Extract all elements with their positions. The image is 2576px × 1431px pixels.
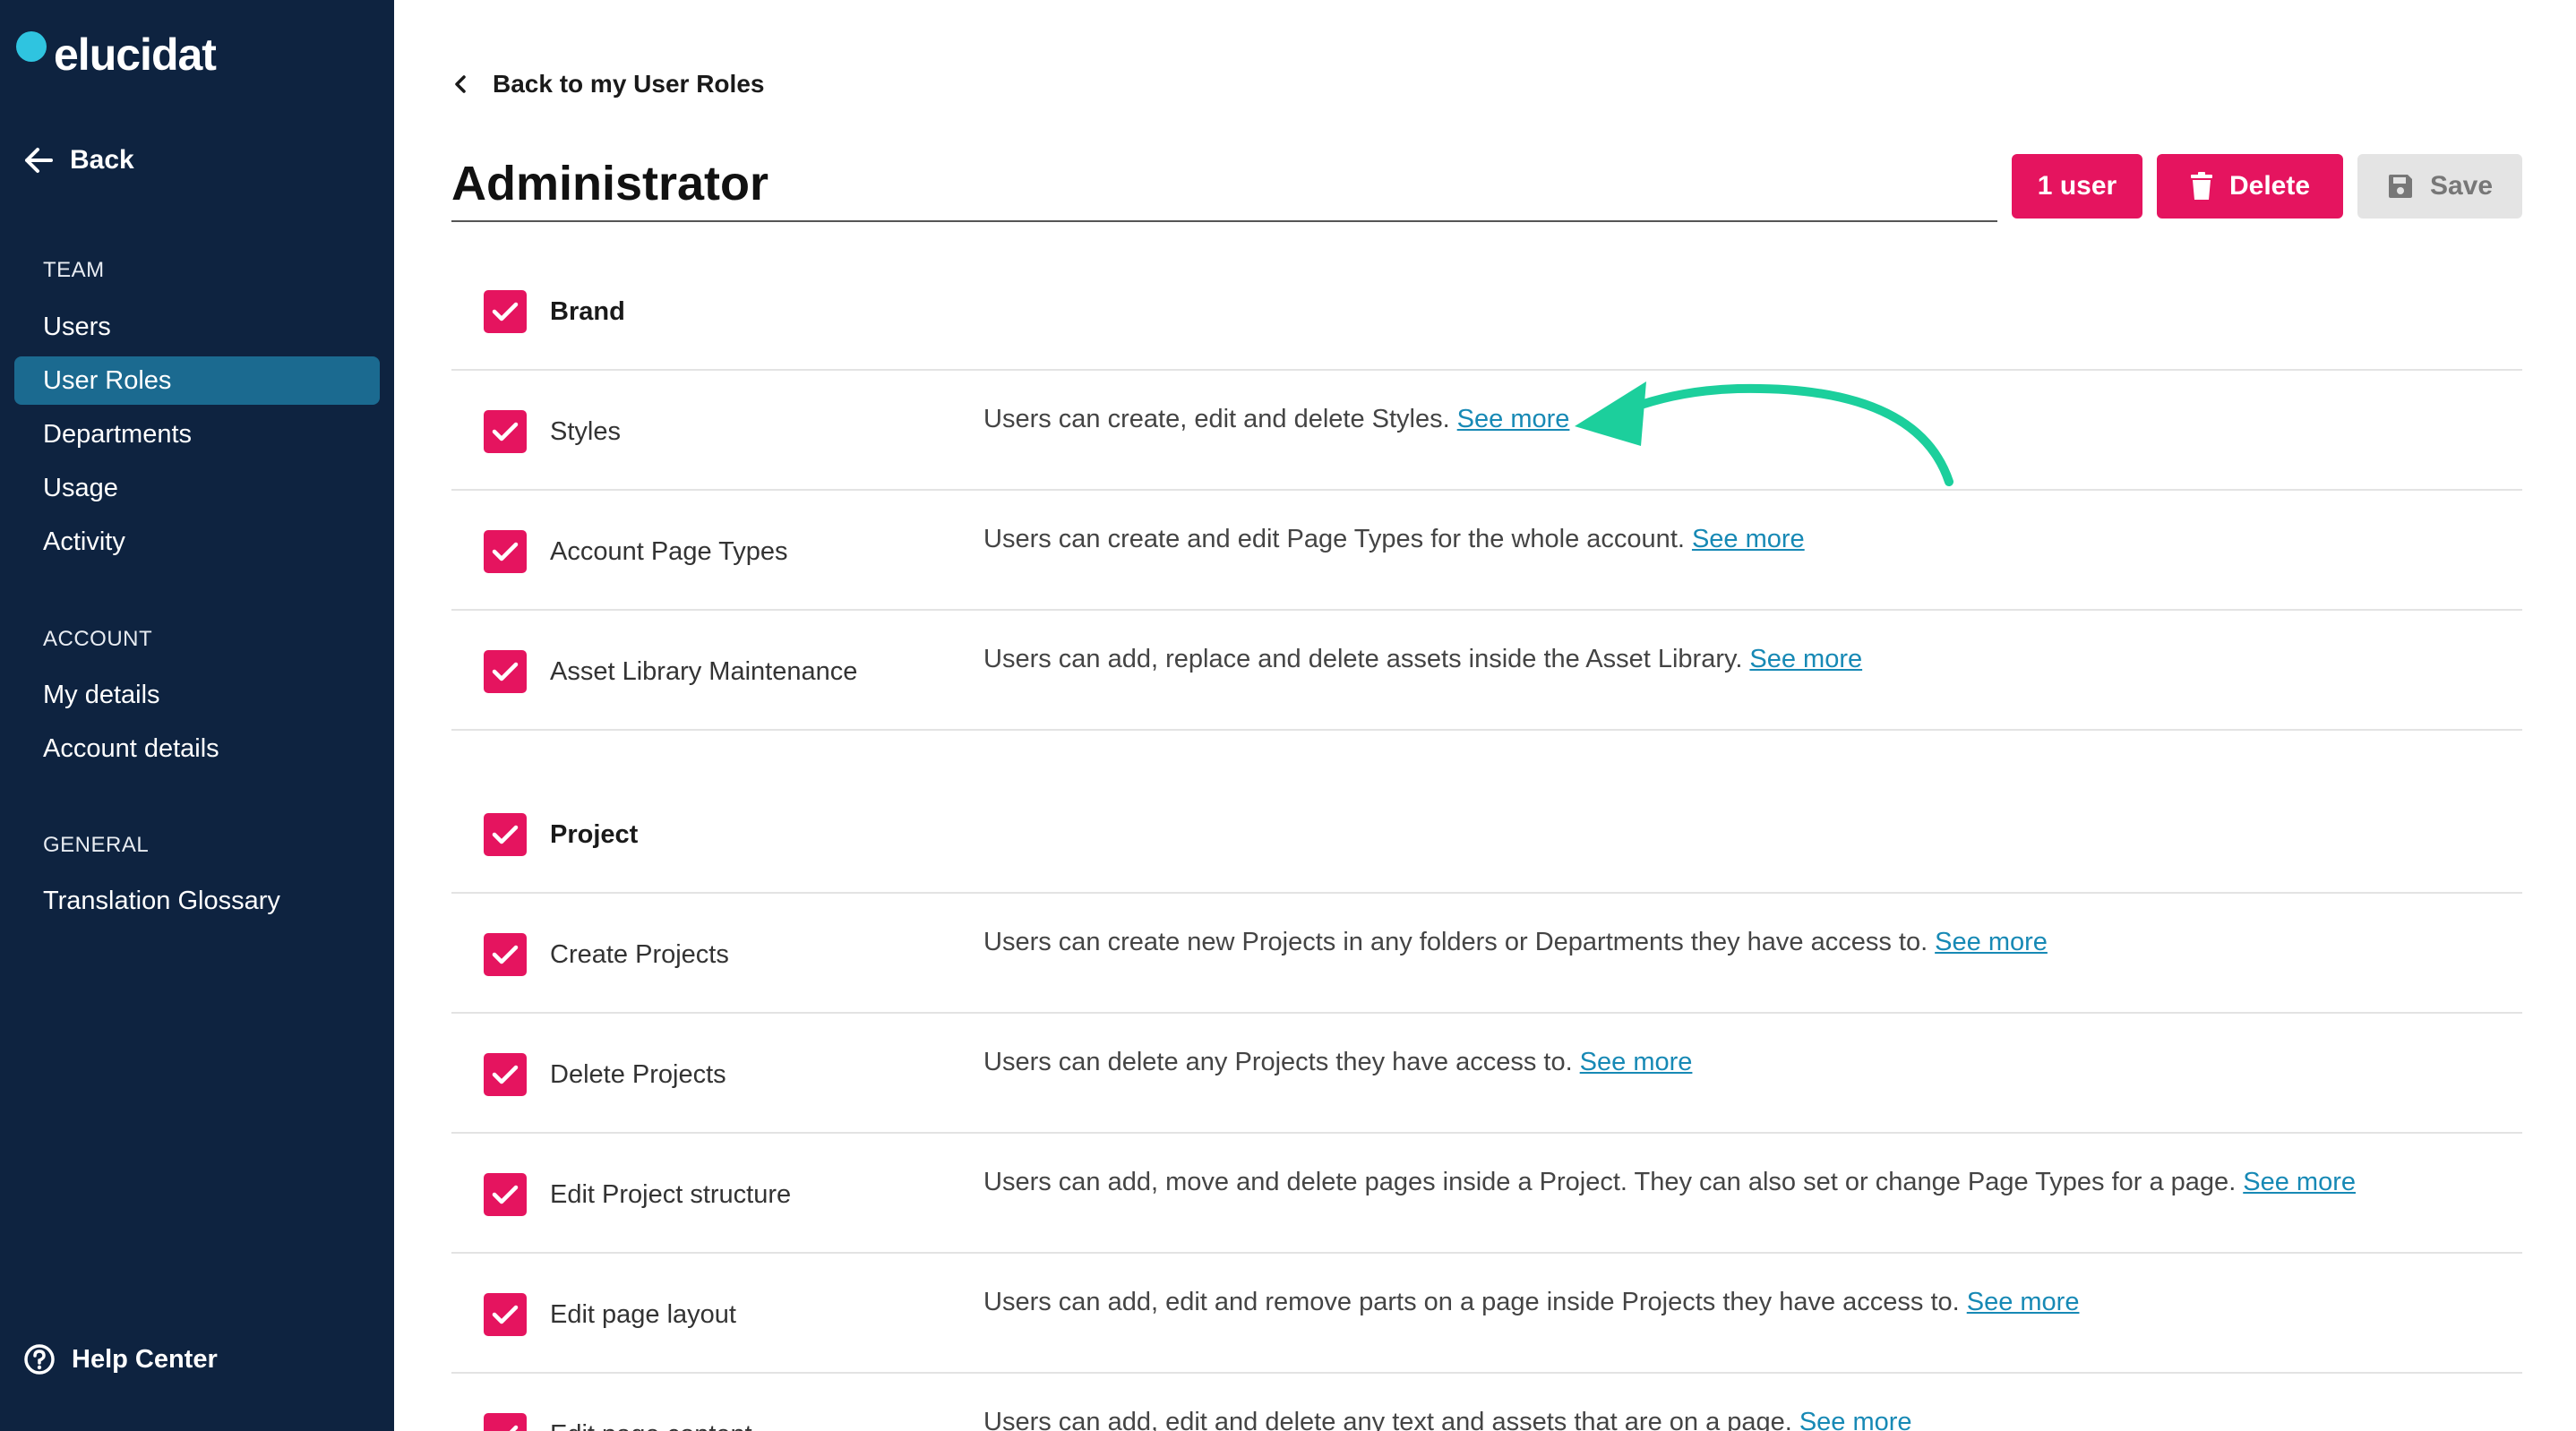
annotation-arrow-icon [1575,381,1953,486]
permission-label: Edit page content [550,1415,752,1431]
sidebar-item-translation-glossary[interactable]: Translation Glossary [43,877,280,925]
permission-label: Edit Project structure [550,1180,792,1209]
elucidat-logo[interactable]: elucidat [13,23,217,86]
see-more-link[interactable]: See more [1749,645,1862,673]
breadcrumb-back[interactable]: Back to my User Roles [453,70,764,99]
floppy-disk-icon [2388,175,2412,198]
edit-project-structure-checkbox[interactable] [484,1173,527,1216]
permission-label: Brand [550,297,625,326]
permission-description: Users can add, move and delete pages ins… [983,1168,2356,1196]
help-center-label: Help Center [72,1344,218,1374]
permission-row-edit-page-content: Edit page content Users can add, edit an… [451,1374,2522,1431]
delete-button[interactable]: Delete [2157,154,2343,219]
see-more-link[interactable]: See more [1967,1288,2080,1316]
sidebar-item-departments[interactable]: Departments [43,410,192,458]
see-more-link[interactable]: See more [1935,928,2048,956]
delete-label: Delete [2228,171,2311,201]
edit-page-content-checkbox[interactable] [484,1413,527,1431]
edit-page-layout-checkbox[interactable] [484,1293,527,1336]
sidebar-item-users[interactable]: Users [43,303,111,351]
sidebar-item-user-roles[interactable]: User Roles [14,356,380,405]
permission-row-styles: Styles Users can create, edit and delete… [451,371,2522,491]
help-circle-icon [24,1344,55,1375]
brand-checkbox[interactable] [484,290,527,333]
breadcrumb-label: Back to my User Roles [493,70,765,98]
checkmark-icon [492,945,519,964]
checkmark-icon [492,422,519,441]
checkmark-icon [492,662,519,681]
permission-group-brand: Brand [451,251,2522,371]
checkmark-icon [492,542,519,561]
sidebar-item-my-details[interactable]: My details [43,671,160,719]
permission-label: Account Page Types [550,537,788,566]
permission-row-account-page-types: Account Page Types Users can create and … [451,491,2522,611]
sidebar-item-account-details[interactable]: Account details [43,724,219,773]
see-more-link[interactable]: See more [1580,1048,1693,1076]
permission-description: Users can delete any Projects they have … [983,1048,1693,1076]
permission-description: Users can create, edit and delete Styles… [983,405,1570,433]
sidebar-back-link[interactable]: Back [23,145,134,176]
permission-row-edit-page-layout: Edit page layout Users can add, edit and… [451,1254,2522,1374]
sidebar-item-usage[interactable]: Usage [43,464,118,512]
checkmark-icon [492,1305,519,1324]
permission-row-asset-library: Asset Library Maintenance Users can add,… [451,611,2522,731]
permission-row-delete-projects: Delete Projects Users can delete any Pro… [451,1014,2522,1134]
permission-description: Users can add, edit and delete any text … [983,1402,1912,1431]
see-more-link[interactable]: See more [1692,525,1805,553]
logo-text: elucidat [54,30,217,80]
permission-group-project: Project [451,774,2522,894]
project-checkbox[interactable] [484,813,527,856]
permission-label: Delete Projects [550,1060,726,1089]
see-more-link[interactable]: See more [1799,1408,1912,1431]
permission-description: Users can create new Projects in any fol… [983,928,2048,956]
checkmark-icon [492,825,519,844]
permission-label: Asset Library Maintenance [550,657,858,686]
save-button[interactable]: Save [2357,154,2522,219]
styles-checkbox[interactable] [484,410,527,453]
permission-label: Styles [550,417,621,446]
permission-label: Project [550,820,639,849]
nav-section-account: ACCOUNT [43,627,153,651]
role-name-input[interactable]: Administrator [451,152,1997,222]
sidebar: elucidat Back TEAM Users User Roles Depa… [0,0,394,1431]
nav-section-general: GENERAL [43,833,150,857]
permission-row-edit-project-structure: Edit Project structure Users can add, mo… [451,1134,2522,1254]
permission-description: Users can create and edit Page Types for… [983,525,1805,553]
chevron-left-icon [455,75,466,93]
delete-projects-checkbox[interactable] [484,1053,527,1096]
save-label: Save [2429,171,2494,201]
account-page-types-checkbox[interactable] [484,530,527,573]
asset-library-checkbox[interactable] [484,650,527,693]
see-more-link[interactable]: See more [2243,1168,2356,1196]
permission-description: Users can add, edit and remove parts on … [983,1288,2080,1316]
back-label: Back [70,145,134,175]
checkmark-icon [492,1185,519,1204]
help-center-link[interactable]: Help Center [23,1343,218,1375]
checkmark-icon [492,302,519,321]
create-projects-checkbox[interactable] [484,933,527,976]
users-count-button[interactable]: 1 user [2012,154,2142,219]
logo-mark-icon [13,28,52,67]
trash-icon [2190,172,2212,200]
permission-row-create-projects: Create Projects Users can create new Pro… [451,894,2522,1014]
checkmark-icon [509,1425,519,1431]
permission-label: Create Projects [550,940,729,969]
sidebar-item-activity[interactable]: Activity [43,518,125,566]
arrow-left-icon [25,148,53,173]
checkmark-icon [492,1065,519,1084]
nav-section-team: TEAM [43,258,105,282]
permission-description: Users can add, replace and delete assets… [983,645,1863,673]
permission-label: Edit page layout [550,1300,736,1329]
page-title: Administrator [451,157,769,210]
see-more-link[interactable]: See more [1457,405,1570,433]
